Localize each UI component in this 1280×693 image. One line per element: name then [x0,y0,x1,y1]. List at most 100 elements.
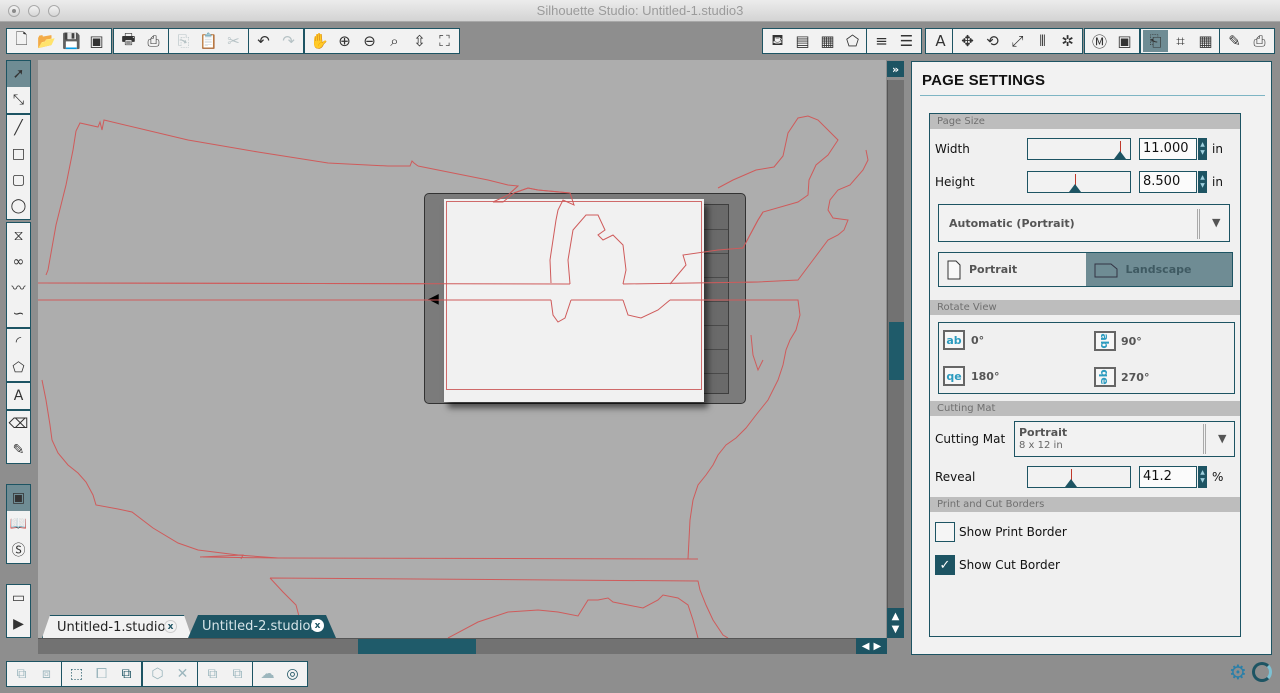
tab-close-icon[interactable]: x [164,620,177,633]
freehand-tool-icon[interactable]: 〰 [7,275,30,301]
height-stepper[interactable]: ▲ ▼ [1198,171,1207,193]
weld-icon[interactable]: ⬡ [145,663,170,685]
ellipse-tool-icon[interactable]: ◯ [7,193,30,219]
tab-untitled-1[interactable]: Untitled-1.studio3 x [42,615,192,638]
rotate-270-button[interactable]: qe 270° [1094,366,1149,388]
modify-icon[interactable]: Ⓜ [1087,30,1112,52]
reveal-slider[interactable] [1027,466,1131,488]
rotate-90-button[interactable]: ab 90° [1094,330,1142,352]
print-icon[interactable]: 🖶 [116,30,141,52]
text-style-icon[interactable]: A [928,30,953,52]
text-tool-icon[interactable]: A [7,383,30,409]
rotate-180-button[interactable]: qe 180° [943,366,999,386]
line-style-icon[interactable]: ≡ [869,30,894,52]
orientation-landscape-button[interactable]: Landscape [1085,253,1232,286]
height-input[interactable]: 8.500 [1139,171,1197,193]
smooth-freehand-tool-icon[interactable]: ∽ [7,301,30,327]
trace-icon[interactable]: ☁ [255,663,280,685]
vertical-scrollbar[interactable] [887,80,904,608]
grid-icon[interactable]: ▦ [1193,30,1218,52]
release-compound-path-icon[interactable]: ⧠ [89,663,114,685]
drag-zoom-icon[interactable]: ⇳ [407,30,432,52]
preferences-gear-icon[interactable]: ⚙ [1228,662,1248,682]
horizontal-scroll-thumb[interactable] [358,639,476,654]
line-color-icon[interactable]: ⬠ [840,30,865,52]
group-icon[interactable]: ⧉ [9,663,34,685]
tab-close-icon[interactable]: x [311,619,324,632]
rounded-rectangle-tool-icon[interactable]: ▢ [7,167,30,193]
cut-settings-icon[interactable]: ⎙ [1247,30,1272,52]
zoom-in-icon[interactable]: ⊕ [332,30,357,52]
redo-icon[interactable]: ↷ [276,30,301,52]
arc-tool-icon[interactable]: ◜ [7,329,30,355]
replicate-icon[interactable]: ✲ [1055,30,1080,52]
reveal-input[interactable]: 41.2 [1139,466,1197,488]
polygon-tool-icon[interactable]: ⧖ [7,223,30,249]
fill-gradient-icon[interactable]: ▤ [790,30,815,52]
width-stepper[interactable]: ▲ ▼ [1198,138,1207,160]
design-view-icon[interactable]: ▣ [7,485,30,511]
offset-rings-icon[interactable]: ◎ [280,663,305,685]
library-icon[interactable]: 📖 [7,511,30,537]
media-size-dropdown[interactable]: Automatic (Portrait) ▼ [938,204,1230,242]
show-print-border-checkbox[interactable] [935,522,955,542]
paste-icon[interactable]: 📋 [196,30,221,52]
width-slider[interactable] [1027,138,1131,160]
regular-polygon-tool-icon[interactable]: ⬠ [7,355,30,381]
horizontal-scrollbar[interactable] [38,638,856,654]
align-icon[interactable]: ⫴ [1030,30,1055,52]
new-document-icon[interactable]: 🗋 [9,30,34,52]
tab-untitled-2[interactable]: Untitled-2.studio3 x [188,615,336,638]
expand-panel-button[interactable]: » [887,61,904,77]
scroll-left-button[interactable]: ◀ [862,641,870,652]
transform-icon[interactable]: ✥ [955,30,980,52]
offset-icon[interactable]: ▣ [1112,30,1137,52]
ungroup-icon[interactable]: ⧈ [34,663,59,685]
select-arrow-icon[interactable]: ➚ [7,61,30,87]
line-tool-icon[interactable]: ╱ [7,115,30,141]
bring-to-front-icon[interactable]: ⧉ [114,663,139,685]
fill-color-icon[interactable]: ⛾ [765,30,790,52]
save-to-sd-icon[interactable]: ▣ [84,30,109,52]
scroll-down-button[interactable]: ▼ [892,623,900,636]
open-folder-icon[interactable]: 📂 [34,30,59,52]
design-canvas[interactable]: ◀ [38,60,886,638]
line-type-icon[interactable]: ☰ [894,30,919,52]
play-icon[interactable]: ▶ [7,611,30,637]
rectangle-tool-icon[interactable]: □ [7,141,30,167]
width-input[interactable]: 11.000 [1139,138,1197,160]
knife-tool-icon[interactable]: ✎ [7,437,30,463]
cutting-mat-dropdown[interactable]: Portrait 8 x 12 in ▼ [1014,421,1235,457]
save-icon[interactable]: 💾 [59,30,84,52]
sync-icon[interactable] [1252,662,1272,682]
online-store-icon[interactable]: Ⓢ [7,537,30,563]
show-panel-icon[interactable]: ▭ [7,585,30,611]
zoom-out-icon[interactable]: ⊖ [357,30,382,52]
send-to-cutter-icon[interactable]: ⎙ [141,30,166,52]
registration-marks-icon[interactable]: ⌗ [1168,30,1193,52]
zoom-selection-icon[interactable]: ⌕ [382,30,407,52]
page-settings-icon[interactable]: ⎗ [1143,30,1168,52]
rotate-0-button[interactable]: ab 0° [943,330,984,350]
vertical-scroll-thumb[interactable] [889,322,904,380]
scale-icon[interactable]: ⤢ [1005,30,1030,52]
copy-icon[interactable]: ⎘ [171,30,196,52]
pan-hand-icon[interactable]: ✋ [307,30,332,52]
bring-forward-icon[interactable]: ⧉ [225,663,250,685]
edit-points-icon[interactable]: ⤡ [7,87,30,113]
cut-icon[interactable]: ✂ [221,30,246,52]
scroll-up-button[interactable]: ▲ [892,610,900,623]
send-backward-icon[interactable]: ⧉ [200,663,225,685]
delete-icon[interactable]: ✕ [170,663,195,685]
make-compound-path-icon[interactable]: ⬚ [64,663,89,685]
sketch-pen-icon[interactable]: ✎ [1222,30,1247,52]
fill-pattern-icon[interactable]: ▦ [815,30,840,52]
reveal-stepper[interactable]: ▲ ▼ [1198,466,1207,488]
curve-tool-icon[interactable]: ∞ [7,249,30,275]
fit-to-page-icon[interactable]: ⛶ [432,30,457,52]
orientation-portrait-button[interactable]: Portrait [939,253,1086,286]
scroll-right-button[interactable]: ▶ [874,641,882,652]
rotate-icon[interactable]: ⟲ [980,30,1005,52]
undo-icon[interactable]: ↶ [251,30,276,52]
height-slider[interactable] [1027,171,1131,193]
